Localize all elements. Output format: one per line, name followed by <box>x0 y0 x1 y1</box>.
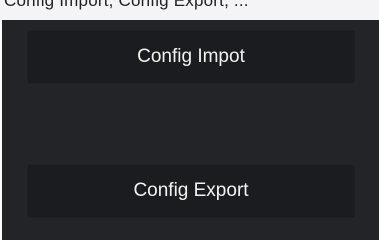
config-panel: Config Impot Config Export <box>2 20 379 240</box>
config-import-label: Config Impot <box>137 46 245 67</box>
header-strip: Config Import, Config Export, ... <box>0 0 379 20</box>
config-export-button[interactable]: Config Export <box>27 164 355 218</box>
header-cut-text: Config Import, Config Export, ... <box>4 0 249 10</box>
config-export-label: Config Export <box>133 180 249 201</box>
config-import-button[interactable]: Config Impot <box>27 30 355 84</box>
